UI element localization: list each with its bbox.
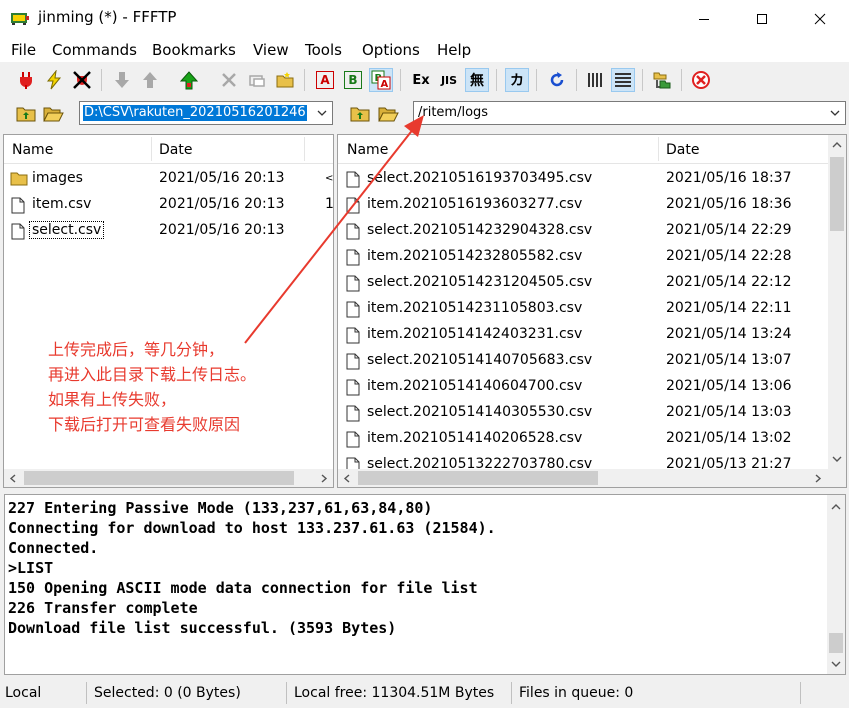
annotation-line: 上传完成后，等几分钟， (48, 340, 225, 359)
ffftp-window: jinming (*) - FFFTP File Commands Bookma… (0, 0, 849, 708)
annotation-line: 如果有上传失败， (48, 390, 177, 409)
annotation-line: 再进入此目录下载上传日志。 (48, 365, 257, 384)
annotation-line: 下载后打开可查看失败原因 (48, 415, 241, 434)
